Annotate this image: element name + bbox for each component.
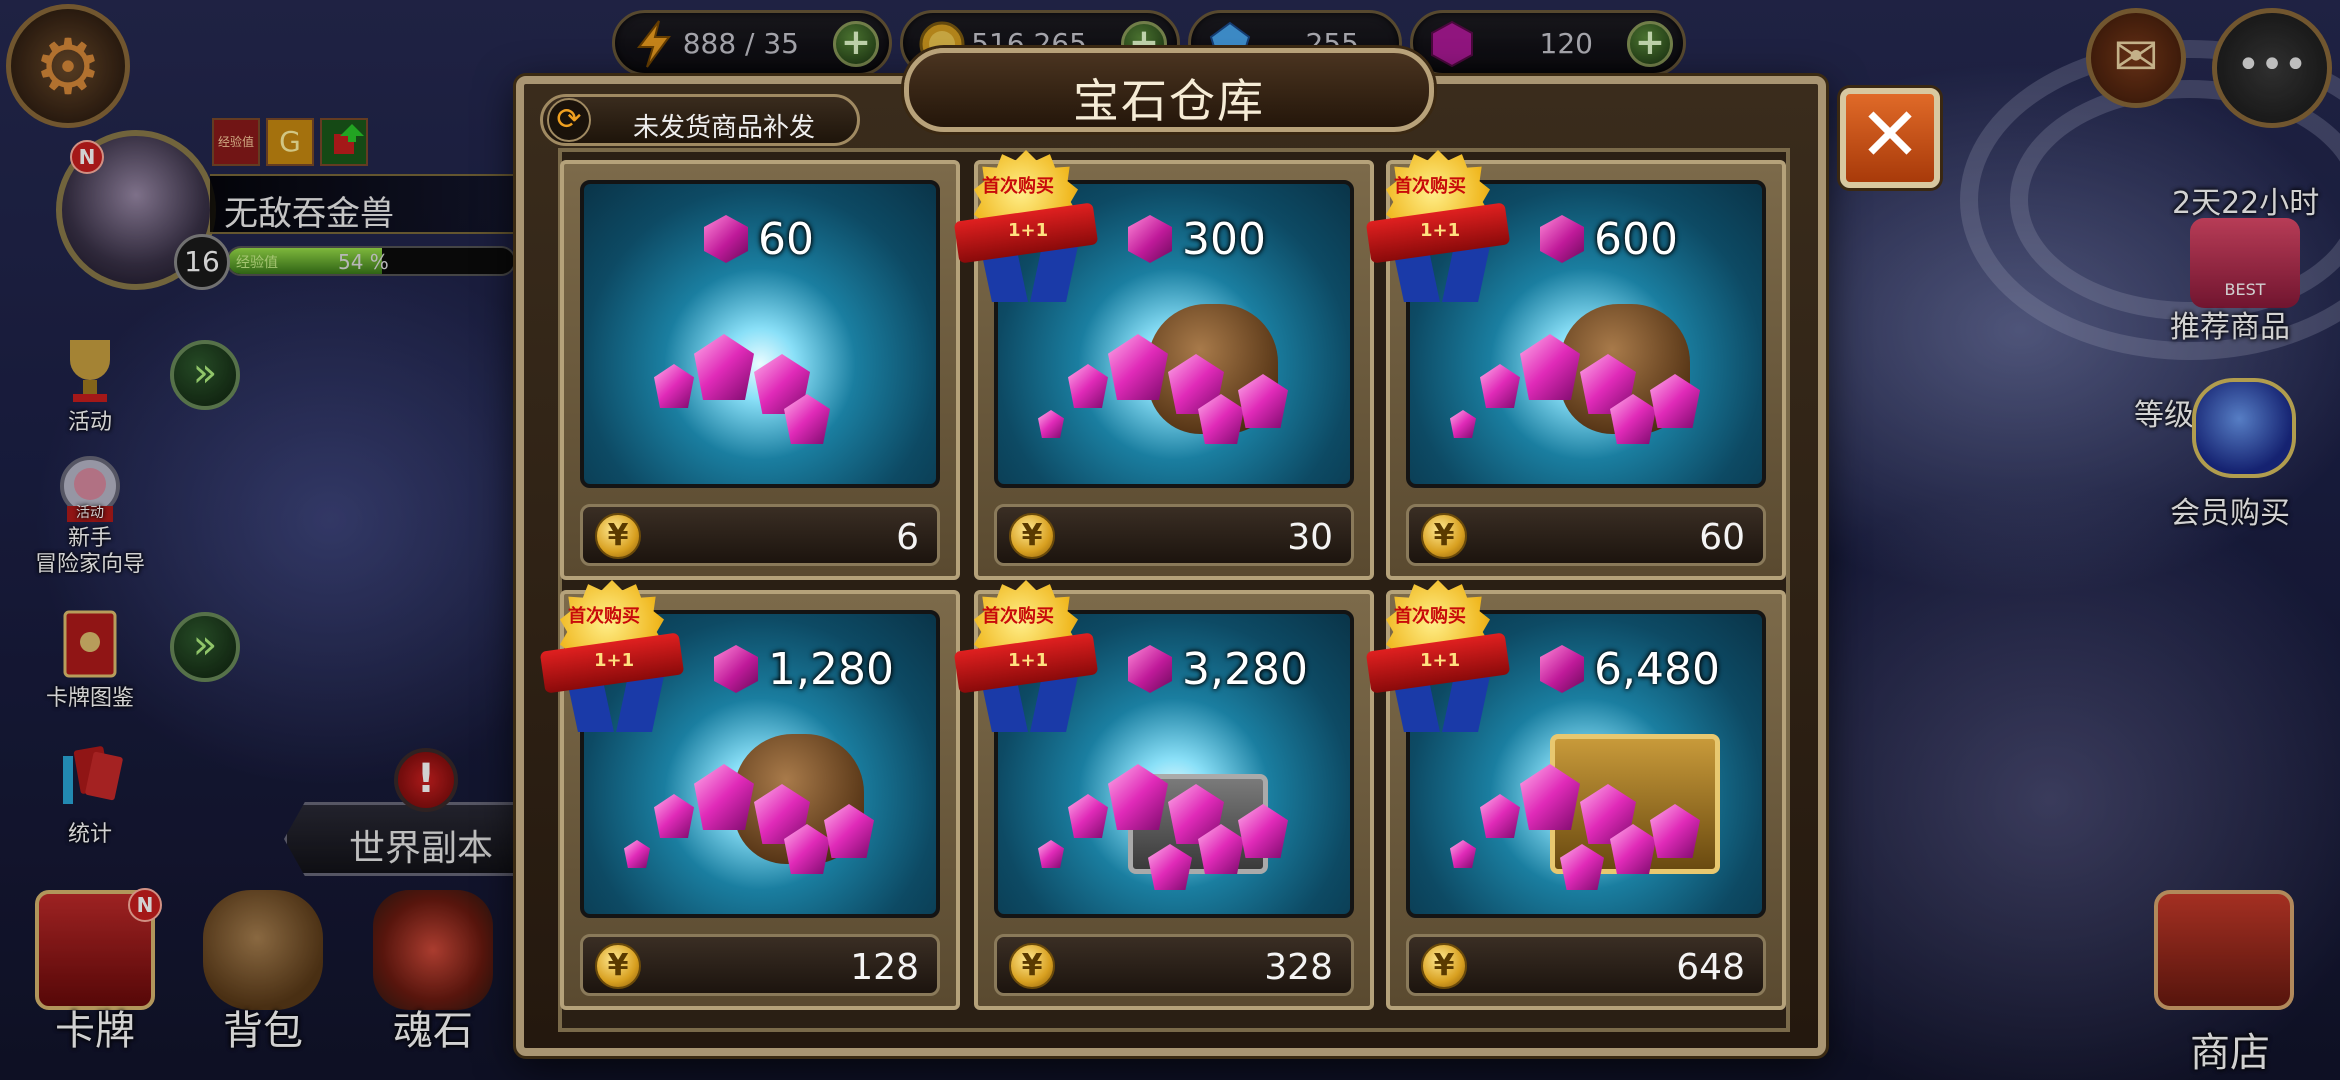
first-purchase-bonus: 1+1 [594, 650, 635, 671]
gem-shard [654, 794, 694, 838]
price-value: 648 [1676, 947, 1745, 988]
buy-button[interactable]: ¥30 [994, 504, 1354, 566]
modal-title: 宝石仓库 [1073, 74, 1265, 128]
purple-gem-icon [1128, 645, 1172, 693]
gem-amount-value: 600 [1594, 213, 1678, 265]
gem-pack-card[interactable]: 1,280 ¥128 首次购买 1+1 [539, 580, 960, 1010]
ribbon-tail [1442, 676, 1490, 732]
first-purchase-badge-icon: 首次购买 1+1 [1365, 150, 1518, 302]
gem-amount-value: 1,280 [768, 643, 894, 695]
first-purchase-badge-icon: 首次购买 1+1 [953, 580, 1106, 732]
ribbon-tail [1030, 676, 1078, 732]
first-purchase-badge-icon: 首次购买 1+1 [953, 150, 1106, 302]
price-value: 60 [1699, 517, 1745, 558]
gem-shard [1450, 840, 1476, 868]
first-purchase-bonus: 1+1 [1008, 650, 1049, 671]
gem-amount: 1,280 [714, 642, 894, 696]
gem-shard [1480, 794, 1520, 838]
gem-shard [1068, 364, 1108, 408]
buy-button[interactable]: ¥60 [1406, 504, 1766, 566]
price-value: 128 [850, 947, 919, 988]
gem-shard [1068, 794, 1108, 838]
buy-button[interactable]: ¥128 [580, 934, 940, 996]
gem-amount: 6,480 [1540, 642, 1720, 696]
gem-amount-value: 300 [1182, 213, 1266, 265]
yuan-coin-icon: ¥ [595, 943, 641, 989]
reissue-label: 未发货商品补发 [633, 113, 816, 143]
purple-gem-icon [1540, 645, 1584, 693]
price-value: 328 [1264, 947, 1333, 988]
first-purchase-bonus: 1+1 [1008, 220, 1049, 241]
gem-amount-value: 60 [758, 213, 814, 265]
gem-pack-art: 60 [580, 180, 940, 488]
first-purchase-label: 首次购买 [1394, 606, 1466, 627]
modal-title-plate: 宝石仓库 [904, 48, 1434, 132]
first-purchase-label: 首次购买 [982, 176, 1054, 197]
purple-gem-icon [1128, 215, 1172, 263]
gem-shard [624, 840, 650, 868]
yuan-coin-icon: ¥ [1009, 513, 1055, 559]
gem-shard [1450, 410, 1476, 438]
first-purchase-bonus: 1+1 [1420, 220, 1461, 241]
gem-pack-card[interactable]: 300 ¥30 首次购买 1+1 [953, 150, 1374, 580]
price-value: 6 [896, 517, 919, 558]
gem-amount: 300 [1128, 212, 1266, 266]
gem-shard [694, 334, 754, 400]
gem-shard [1480, 364, 1520, 408]
ribbon-tail [1030, 246, 1078, 302]
ribbon-tail [1442, 246, 1490, 302]
purple-gem-icon [704, 215, 748, 263]
gem-pack-card[interactable]: 600 ¥60 首次购买 1+1 [1365, 150, 1786, 580]
yuan-coin-icon: ¥ [1421, 513, 1467, 559]
close-button[interactable]: ✕ [1840, 88, 1940, 188]
gem-amount: 600 [1540, 212, 1678, 266]
buy-button[interactable]: ¥328 [994, 934, 1354, 996]
gem-pack-card[interactable]: 3,280 ¥328 首次购买 1+1 [953, 580, 1374, 1010]
yuan-coin-icon: ¥ [595, 513, 641, 559]
gem-amount-value: 3,280 [1182, 643, 1308, 695]
refresh-icon: ⟳ [547, 98, 591, 142]
first-purchase-bonus: 1+1 [1420, 650, 1461, 671]
first-purchase-badge-icon: 首次购买 1+1 [1365, 580, 1518, 732]
purple-gem-icon [714, 645, 758, 693]
yuan-coin-icon: ¥ [1421, 943, 1467, 989]
gem-amount: 60 [704, 212, 814, 266]
reissue-button[interactable]: ⟳ 未发货商品补发 [540, 94, 860, 146]
first-purchase-label: 首次购买 [1394, 176, 1466, 197]
first-purchase-label: 首次购买 [568, 606, 640, 627]
gem-pack-card[interactable]: 6,480 ¥648 首次购买 1+1 [1365, 580, 1786, 1010]
gem-shard [654, 364, 694, 408]
gem-amount: 3,280 [1128, 642, 1308, 696]
first-purchase-badge-icon: 首次购买 1+1 [539, 580, 692, 732]
purple-gem-icon [1540, 215, 1584, 263]
yuan-coin-icon: ¥ [1009, 943, 1055, 989]
gem-shard [1038, 410, 1064, 438]
ribbon-tail [616, 676, 664, 732]
buy-button[interactable]: ¥6 [580, 504, 940, 566]
first-purchase-label: 首次购买 [982, 606, 1054, 627]
gem-shard [1038, 840, 1064, 868]
gem-amount-value: 6,480 [1594, 643, 1720, 695]
gem-pack-card[interactable]: 60 ¥6 [560, 160, 960, 580]
buy-button[interactable]: ¥648 [1406, 934, 1766, 996]
price-value: 30 [1287, 517, 1333, 558]
